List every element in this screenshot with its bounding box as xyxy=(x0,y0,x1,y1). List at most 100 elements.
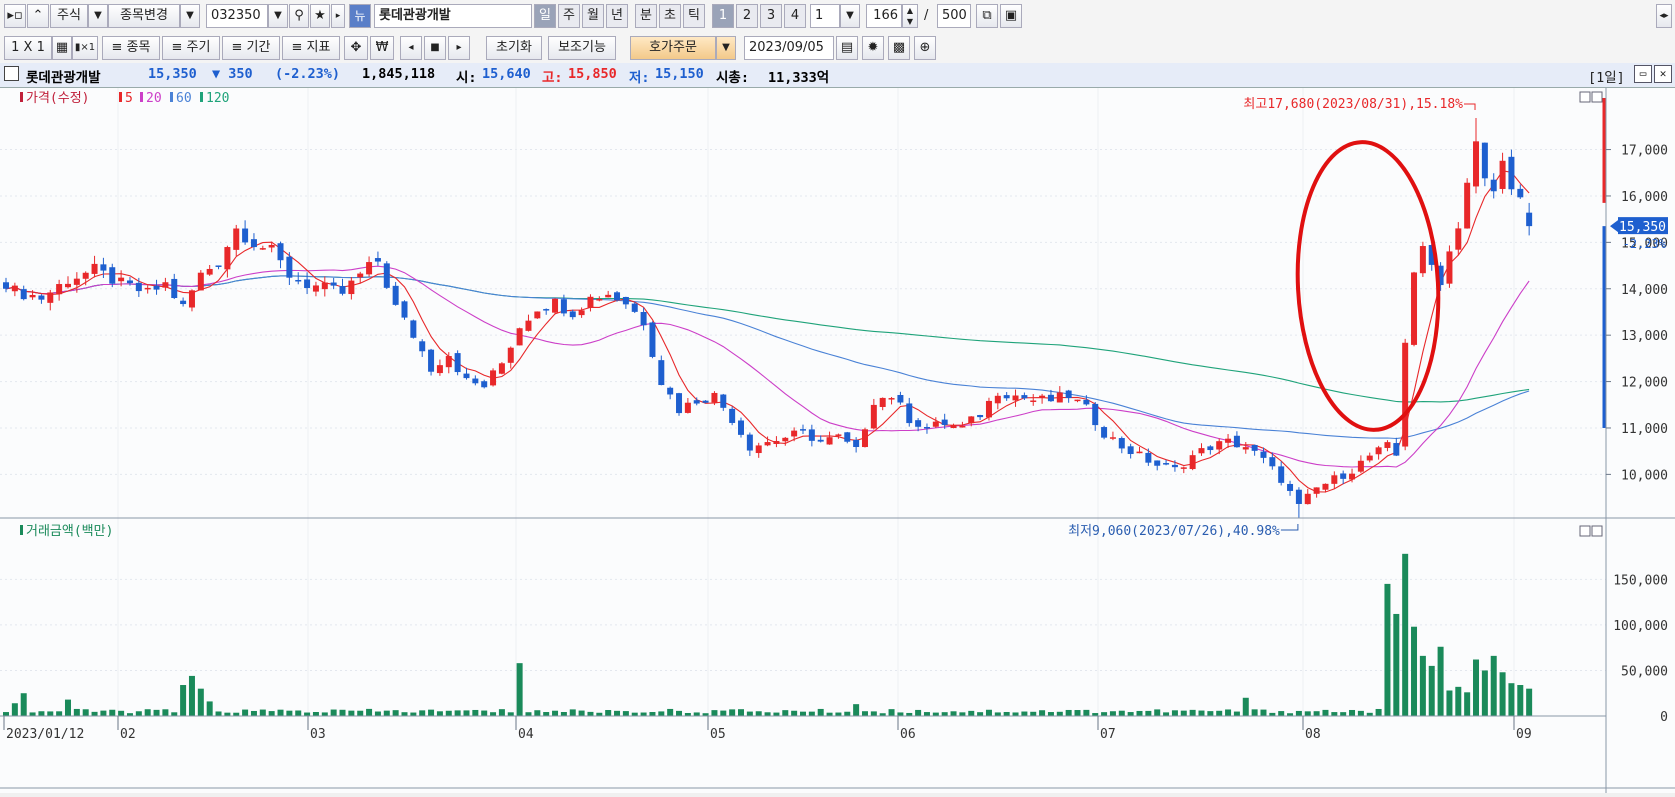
volume-bar xyxy=(330,709,337,716)
menu-stock[interactable]: ≡ 종목 xyxy=(102,36,160,60)
scroll-left-icon[interactable]: ◂ xyxy=(400,36,422,60)
volume-bar xyxy=(1384,583,1391,716)
side-panel-toggle-icon[interactable]: ◂▸ xyxy=(1656,4,1672,28)
tab-day[interactable]: 일 xyxy=(534,4,556,28)
candle-body xyxy=(1331,475,1338,484)
candle-body xyxy=(1287,483,1294,491)
tab-second[interactable]: 초 xyxy=(659,4,681,28)
interval-input[interactable]: 1 xyxy=(810,4,840,28)
market-dropdown-icon[interactable]: ▼ xyxy=(88,4,108,28)
candle-body xyxy=(1526,212,1533,227)
candle-body xyxy=(436,365,443,374)
candle-body xyxy=(817,439,824,442)
legend-label: 20 xyxy=(146,91,162,106)
volume-bar xyxy=(915,709,922,716)
favorite-star-icon[interactable]: ★ xyxy=(310,4,330,28)
tab-tick[interactable]: 틱 xyxy=(683,4,705,28)
candle-body xyxy=(1508,156,1515,190)
volume-bar xyxy=(1021,711,1028,716)
volume-bar xyxy=(1233,711,1240,716)
candle-body xyxy=(959,425,966,428)
volume-bar xyxy=(861,711,868,716)
menu-range[interactable]: ≡ 기간 xyxy=(222,36,280,60)
tab-minute[interactable]: 분 xyxy=(635,4,657,28)
grid-icon[interactable]: ▦ xyxy=(52,36,72,60)
volume-bar xyxy=(410,712,417,716)
stock-code-dropdown-icon[interactable]: ▼ xyxy=(268,4,288,28)
candle-body xyxy=(392,285,399,305)
candle-body xyxy=(649,322,656,357)
close-icon[interactable]: ✕ xyxy=(1654,65,1672,83)
multiplier-2[interactable]: 2 xyxy=(736,4,758,28)
move-icon[interactable]: ✥ xyxy=(344,36,368,60)
tab-week[interactable]: 주 xyxy=(558,4,580,28)
menu-period[interactable]: ≡ 주기 xyxy=(162,36,220,60)
panel-toggle-icon[interactable]: ▸▫ xyxy=(4,4,26,28)
chevron-up-icon[interactable]: ⌃ xyxy=(27,4,49,28)
stock-name-field[interactable]: 롯데관광개발 xyxy=(374,4,532,28)
count-stepper[interactable]: ▲ ▼ xyxy=(902,4,918,28)
gear-icon[interactable]: ✹ xyxy=(862,36,884,60)
candle-body xyxy=(206,268,213,275)
calendar-icon[interactable]: ▤ xyxy=(836,36,858,60)
chart-area[interactable]: 10,000 11,000 12,000 13,000 14,000 15,000 16,0… xyxy=(0,88,1675,797)
candle-body xyxy=(1163,463,1170,465)
date-input[interactable]: 2023/09/05 xyxy=(744,36,834,60)
next-stock-icon[interactable]: ▸ xyxy=(331,4,345,28)
order-button[interactable]: 호가주문 xyxy=(630,36,716,60)
volume-bar xyxy=(560,712,567,716)
tab-year[interactable]: 년 xyxy=(606,4,628,28)
volume-bar xyxy=(1517,685,1524,716)
assist-button[interactable]: 보조기능 xyxy=(548,36,616,60)
candle-body xyxy=(534,311,541,319)
add-window-icon[interactable]: ⧉ xyxy=(976,4,998,28)
volume-bar xyxy=(720,710,727,716)
maximize-icon[interactable]: ▭ xyxy=(1634,65,1652,83)
candle-body xyxy=(738,420,745,435)
multiplier-1[interactable]: 1 xyxy=(712,4,734,28)
legend-swatch xyxy=(119,92,122,102)
reset-button[interactable]: 초기화 xyxy=(486,36,542,60)
multiplier-3[interactable]: 3 xyxy=(760,4,782,28)
candle-body xyxy=(764,442,771,446)
volume-legend-label: 거래금액(백만) xyxy=(26,524,113,539)
select-checkbox[interactable] xyxy=(4,66,19,81)
info-change: ▼ 350 xyxy=(212,66,253,82)
zoom-icon[interactable]: ⊕ xyxy=(914,36,936,60)
currency-icon[interactable]: ₩ xyxy=(370,36,394,60)
order-dropdown-icon[interactable]: ▼ xyxy=(716,36,736,60)
layout-button[interactable]: 1 X 1 xyxy=(4,36,52,60)
single-view-icon[interactable]: ▮×1 xyxy=(72,36,98,60)
count-input[interactable]: 166 xyxy=(866,4,902,28)
market-select[interactable]: 주식 xyxy=(50,4,88,28)
tab-month[interactable]: 월 xyxy=(582,4,604,28)
calculator-icon[interactable]: ▩ xyxy=(888,36,910,60)
multiplier-4[interactable]: 4 xyxy=(784,4,806,28)
volume-bar xyxy=(304,712,311,716)
candle-body xyxy=(1402,342,1409,447)
legend-label: 가격(수정) xyxy=(26,91,90,106)
search-icon[interactable]: ⚲ xyxy=(289,4,309,28)
change-stock-dropdown-icon[interactable]: ▼ xyxy=(180,4,200,28)
candle-body xyxy=(1349,473,1356,480)
candle-body xyxy=(985,400,992,418)
menu-indicator[interactable]: ≡ 지표 xyxy=(282,36,340,60)
candle-body xyxy=(729,408,736,423)
candle-body xyxy=(383,263,390,288)
volume-bar xyxy=(1154,709,1161,716)
scroll-right-icon[interactable]: ▸ xyxy=(448,36,470,60)
stop-icon[interactable]: ■ xyxy=(424,36,446,60)
stock-code-input[interactable]: 032350 xyxy=(206,4,268,28)
volume-bar xyxy=(1251,709,1258,716)
stock-chart-svg[interactable]: 10,00011,00012,00013,00014,00015,00016,0… xyxy=(0,88,1675,793)
count-max-input[interactable]: 500 xyxy=(937,4,971,28)
volume-bar xyxy=(799,711,806,716)
candle-body xyxy=(1411,272,1418,345)
candle-body xyxy=(516,328,523,346)
candle-body xyxy=(1207,446,1214,451)
candle-body xyxy=(162,282,169,288)
save-icon[interactable]: ▣ xyxy=(1000,4,1022,28)
candle-body xyxy=(915,420,922,427)
change-stock-button[interactable]: 종목변경 xyxy=(108,4,180,28)
interval-dropdown-icon[interactable]: ▼ xyxy=(840,4,860,28)
